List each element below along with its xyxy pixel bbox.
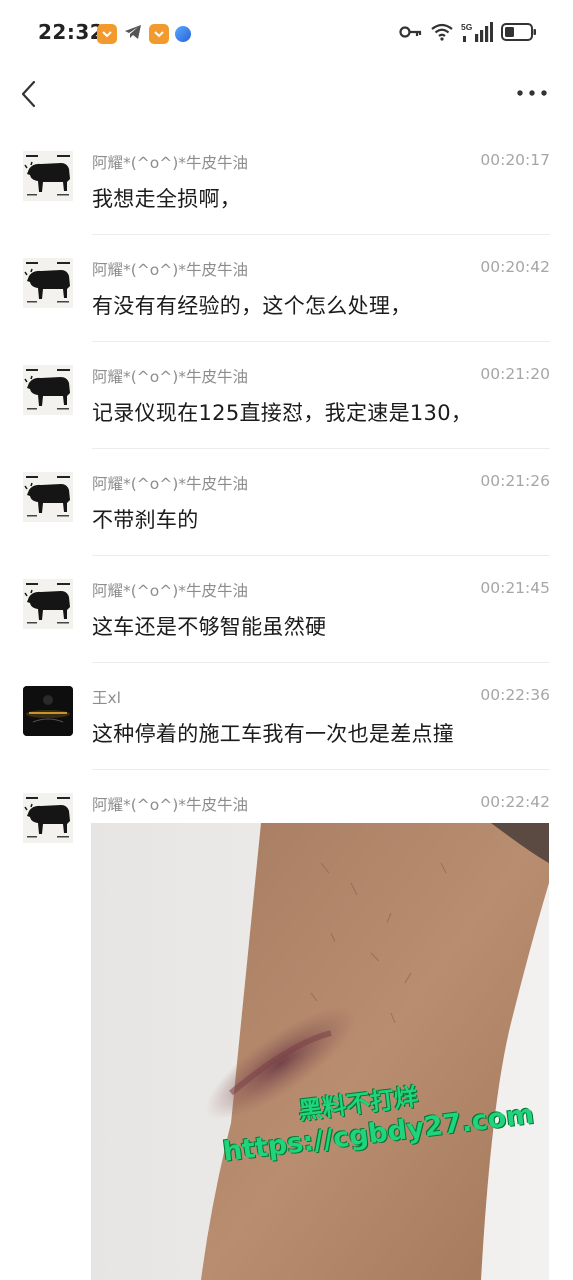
message-photo[interactable]	[91, 823, 549, 1280]
sender-avatar[interactable]	[23, 151, 73, 201]
message-item[interactable]: 阿耀*(^o^)*牛皮牛油 00:21:45 这车还是不够智能虽然硬	[0, 573, 573, 663]
network-type-label: 5G	[461, 22, 473, 32]
status-bar: 22:32 5G	[0, 0, 573, 68]
sender-name: 王xl	[92, 689, 121, 707]
sender-avatar[interactable]	[23, 686, 73, 736]
divider	[92, 662, 550, 663]
landscape-avatar-image	[23, 686, 73, 736]
message-item[interactable]: 阿耀*(^o^)*牛皮牛油 00:21:26 不带刹车的	[0, 466, 573, 556]
wifi-icon	[431, 23, 453, 41]
bruised-arm-photo	[91, 823, 549, 1280]
sender-name: 阿耀*(^o^)*牛皮牛油	[92, 368, 249, 386]
message-item[interactable]: 阿耀*(^o^)*牛皮牛油 00:20:17 我想走全损啊，	[0, 145, 573, 235]
sender-name: 阿耀*(^o^)*牛皮牛油	[92, 796, 249, 814]
cow-avatar-image	[23, 151, 73, 201]
message-time: 00:21:45	[480, 579, 550, 597]
message-time: 00:22:42	[480, 793, 550, 811]
telegram-icon	[123, 22, 143, 46]
app-badge-icon	[149, 24, 169, 44]
cow-avatar-image	[23, 579, 73, 629]
message-text: 记录仪现在125直接怼，我定速是130，	[92, 401, 473, 425]
divider	[92, 234, 550, 235]
more-horizontal-icon	[517, 90, 547, 96]
blue-circle-icon	[175, 26, 191, 42]
battery-icon	[501, 23, 536, 41]
sender-avatar[interactable]	[23, 579, 73, 629]
signal-icon: 5G	[461, 22, 493, 42]
message-time: 00:21:20	[480, 365, 550, 383]
divider	[92, 448, 550, 449]
message-text: 不带刹车的	[92, 508, 199, 532]
sender-avatar[interactable]	[23, 793, 73, 843]
sender-name: 阿耀*(^o^)*牛皮牛油	[92, 475, 249, 493]
message-time: 00:22:36	[480, 686, 550, 704]
notification-icons	[97, 22, 191, 46]
more-options-button[interactable]	[515, 82, 549, 104]
sender-avatar[interactable]	[23, 365, 73, 415]
back-button[interactable]	[14, 76, 44, 112]
cow-avatar-image	[23, 365, 73, 415]
message-time: 00:21:26	[480, 472, 550, 490]
chevron-left-icon	[21, 80, 36, 108]
sender-name: 阿耀*(^o^)*牛皮牛油	[92, 582, 249, 600]
sender-name: 阿耀*(^o^)*牛皮牛油	[92, 154, 249, 172]
cow-avatar-image	[23, 793, 73, 843]
message-item[interactable]: 阿耀*(^o^)*牛皮牛油 00:20:42 有没有有经验的，这个怎么处理，	[0, 252, 573, 342]
key-icon	[399, 26, 422, 38]
divider	[92, 341, 550, 342]
message-item[interactable]: 王xl 00:22:36 这种停着的施工车我有一次也是差点撞	[0, 680, 573, 770]
chat-header	[0, 68, 573, 124]
cow-avatar-image	[23, 472, 73, 522]
message-time: 00:20:17	[480, 151, 550, 169]
sender-avatar[interactable]	[23, 258, 73, 308]
system-status-icons: 5G	[399, 22, 537, 42]
divider	[92, 769, 550, 770]
status-time: 22:32	[38, 20, 105, 44]
app-badge-icon	[97, 24, 117, 44]
sender-name: 阿耀*(^o^)*牛皮牛油	[92, 261, 249, 279]
message-item[interactable]: 阿耀*(^o^)*牛皮牛油 00:21:20 记录仪现在125直接怼，我定速是1…	[0, 359, 573, 449]
message-text: 这种停着的施工车我有一次也是差点撞	[92, 722, 455, 746]
message-time: 00:20:42	[480, 258, 550, 276]
message-text: 我想走全损啊，	[92, 187, 242, 211]
divider	[92, 555, 550, 556]
sender-avatar[interactable]	[23, 472, 73, 522]
cow-avatar-image	[23, 258, 73, 308]
message-text: 这车还是不够智能虽然硬	[92, 615, 327, 639]
message-text: 有没有有经验的，这个怎么处理，	[92, 294, 412, 318]
